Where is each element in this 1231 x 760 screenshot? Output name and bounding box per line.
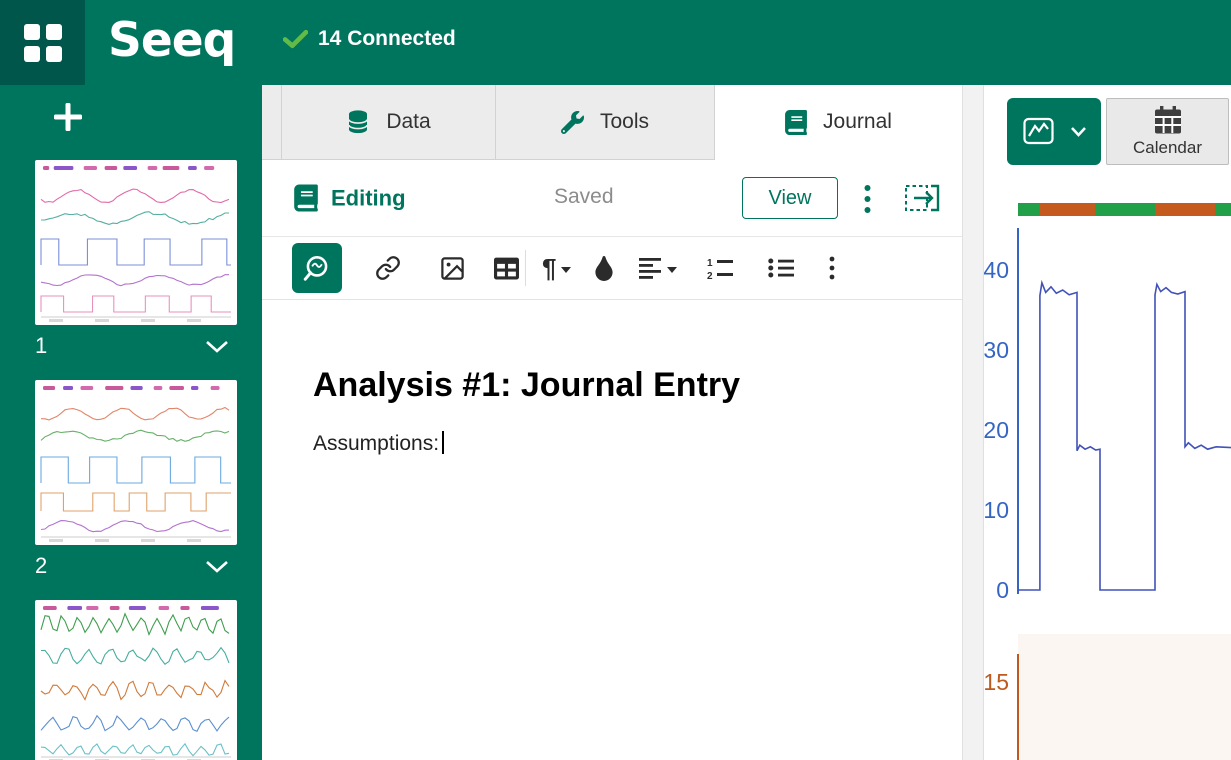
tab-journal[interactable]: Journal bbox=[715, 85, 962, 160]
saved-status: Saved bbox=[554, 185, 614, 209]
worksheet-thumbnail-chart bbox=[35, 160, 237, 325]
worksheet-number: 2 bbox=[35, 553, 47, 579]
chevron-down-icon[interactable] bbox=[205, 340, 229, 353]
chart-type-dropdown[interactable] bbox=[1007, 98, 1101, 165]
book-icon bbox=[294, 185, 318, 212]
add-worksheet-button[interactable] bbox=[50, 99, 86, 135]
grid-icon bbox=[24, 24, 62, 62]
database-icon bbox=[346, 109, 370, 135]
chevron-down-icon bbox=[1071, 127, 1086, 137]
open-in-window-icon bbox=[904, 182, 940, 214]
second-lane-chart[interactable]: 15 bbox=[984, 632, 1231, 760]
text-cursor bbox=[442, 431, 444, 454]
insert-link-button[interactable] bbox=[366, 246, 410, 290]
connection-status-label: 14 Connected bbox=[318, 27, 456, 51]
seeq-logo[interactable]: Seeq bbox=[108, 13, 235, 68]
tab-spacer bbox=[262, 85, 282, 160]
main-panel: Data Tools Journal Editing bbox=[262, 85, 962, 760]
tab-tools[interactable]: Tools bbox=[496, 85, 715, 160]
tab-label: Tools bbox=[600, 110, 649, 134]
caret-down-icon bbox=[561, 267, 571, 273]
bullet-list-icon bbox=[768, 257, 795, 279]
kebab-icon bbox=[864, 184, 871, 214]
seeq-app-window: Seeq 14 Connected 1 2 bbox=[0, 0, 1231, 760]
toolbar-divider bbox=[525, 250, 526, 286]
line-chart-icon bbox=[1023, 117, 1063, 147]
app-switcher-button[interactable] bbox=[0, 0, 85, 85]
journal-paragraph: Assumptions: bbox=[313, 431, 922, 456]
svg-text:15: 15 bbox=[984, 669, 1009, 695]
insert-seeq-content-button[interactable] bbox=[292, 243, 342, 293]
worksheet-thumbnail-chart bbox=[35, 600, 237, 760]
calendar-icon bbox=[1153, 106, 1183, 135]
wrench-icon bbox=[561, 111, 584, 134]
insert-image-button[interactable] bbox=[430, 246, 474, 290]
droplet-icon bbox=[595, 256, 613, 281]
text-color-button[interactable] bbox=[595, 246, 613, 290]
worksheet-thumbnail-chart bbox=[35, 380, 237, 545]
link-icon bbox=[375, 255, 401, 281]
worksheet-label-row-2: 2 bbox=[35, 550, 237, 582]
trend-panel: Calendar 40 30 20 10 0 15 bbox=[984, 85, 1231, 760]
toolbar-more-button[interactable] bbox=[829, 246, 835, 290]
book-icon bbox=[785, 110, 807, 135]
kebab-icon bbox=[829, 256, 835, 280]
worksheet-thumbnail-1[interactable] bbox=[35, 160, 237, 325]
editing-mode-label: Editing bbox=[294, 185, 406, 212]
view-button[interactable]: View bbox=[742, 177, 838, 219]
table-icon bbox=[494, 256, 519, 281]
journal-toolbar: ¶ 1 2 bbox=[262, 236, 962, 300]
worksheet-label-row-1: 1 bbox=[35, 330, 237, 362]
plus-icon bbox=[53, 102, 83, 132]
journal-heading: Analysis #1: Journal Entry bbox=[313, 366, 922, 405]
top-bar: Seeq 14 Connected bbox=[0, 0, 1231, 85]
svg-text:10: 10 bbox=[984, 497, 1009, 523]
align-dropdown[interactable] bbox=[639, 246, 677, 290]
image-icon bbox=[439, 255, 466, 282]
svg-text:40: 40 bbox=[984, 257, 1009, 283]
tab-label: Data bbox=[386, 110, 430, 134]
journal-menu-button[interactable] bbox=[856, 182, 878, 216]
calendar-label: Calendar bbox=[1133, 138, 1202, 158]
worksheet-sidebar: 1 2 bbox=[0, 85, 262, 760]
panel-tabs: Data Tools Journal bbox=[262, 85, 962, 160]
seeq-mark-icon bbox=[301, 252, 333, 284]
undock-journal-button[interactable] bbox=[904, 182, 940, 219]
caret-down-icon bbox=[667, 267, 677, 273]
worksheet-thumbnail-2[interactable] bbox=[35, 380, 237, 545]
mode-label: Editing bbox=[331, 185, 406, 211]
ordered-list-icon: 1 2 bbox=[707, 257, 734, 280]
svg-text:1: 1 bbox=[707, 258, 713, 269]
svg-text:30: 30 bbox=[984, 337, 1009, 363]
worksheet-number: 1 bbox=[35, 333, 47, 359]
tab-label: Journal bbox=[823, 110, 892, 134]
svg-text:20: 20 bbox=[984, 417, 1009, 443]
svg-text:2: 2 bbox=[707, 271, 713, 280]
bullet-list-button[interactable] bbox=[768, 246, 795, 290]
panel-scrollbar[interactable] bbox=[962, 85, 984, 760]
connection-status[interactable]: 14 Connected bbox=[283, 27, 456, 51]
journal-status-bar: Editing Saved View bbox=[262, 160, 962, 236]
worksheet-thumbnail-3[interactable] bbox=[35, 600, 237, 760]
check-icon bbox=[283, 29, 308, 49]
trend-chart[interactable]: 40 30 20 10 0 bbox=[984, 180, 1231, 625]
svg-text:0: 0 bbox=[996, 577, 1009, 603]
ordered-list-button[interactable]: 1 2 bbox=[707, 246, 734, 290]
align-left-icon bbox=[639, 257, 662, 279]
calendar-button[interactable]: Calendar bbox=[1106, 98, 1229, 165]
tab-data[interactable]: Data bbox=[282, 85, 496, 160]
insert-table-button[interactable] bbox=[494, 246, 519, 290]
paragraph-format-dropdown[interactable]: ¶ bbox=[542, 246, 571, 290]
chevron-down-icon[interactable] bbox=[205, 560, 229, 573]
paragraph-icon: ¶ bbox=[542, 253, 556, 284]
journal-editor[interactable]: Analysis #1: Journal Entry Assumptions: bbox=[262, 300, 962, 456]
